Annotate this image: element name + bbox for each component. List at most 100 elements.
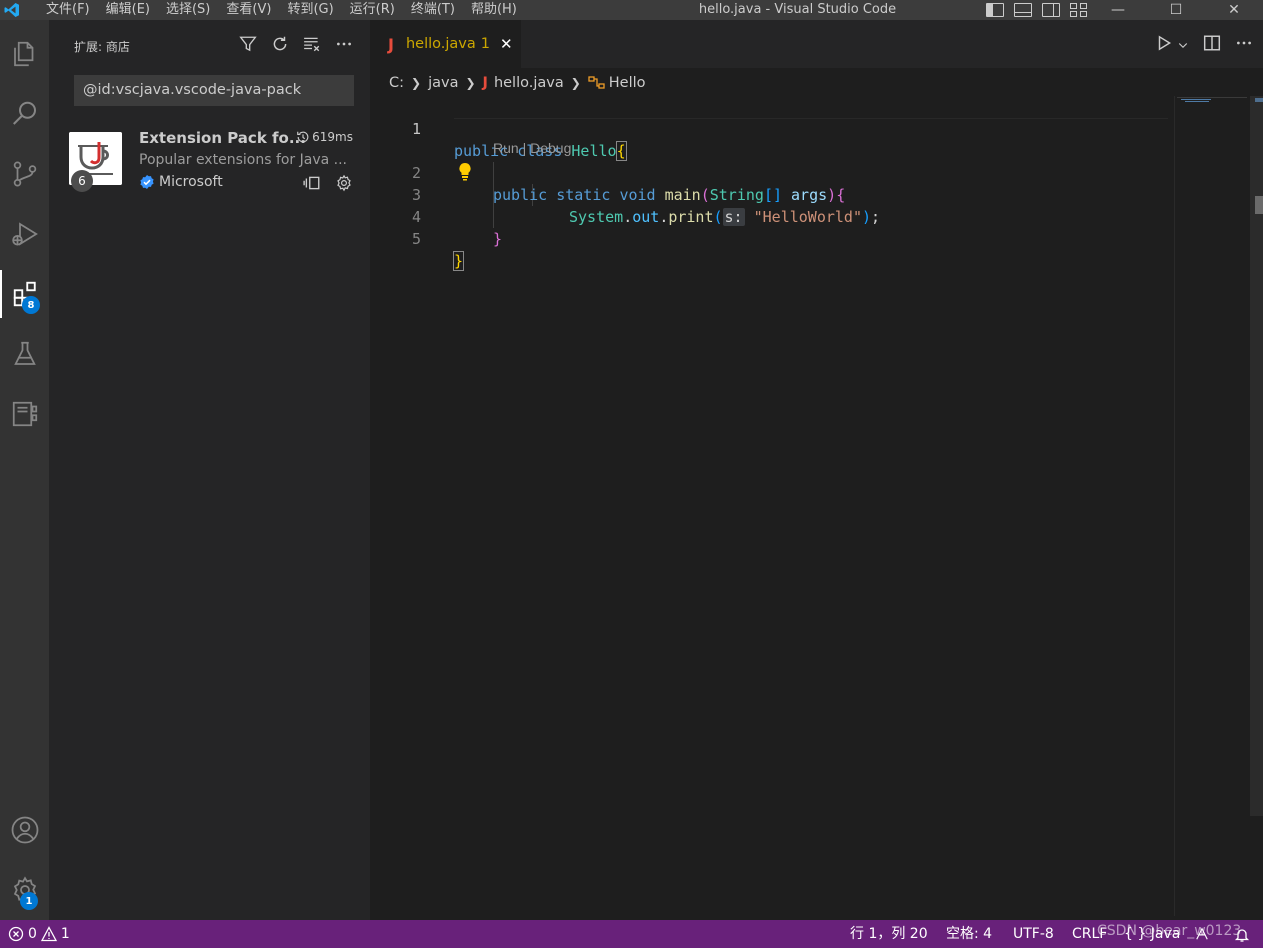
minimap[interactable] xyxy=(1177,97,1247,105)
code-line-4: 4 } xyxy=(370,184,1170,248)
breadcrumb-folder[interactable]: java xyxy=(428,75,458,91)
extensions-sidebar: 扩展: 商店 @id:vscjava.vscode-java-pack 6 Ex… xyxy=(49,20,370,920)
breadcrumb-file[interactable]: hello.java xyxy=(494,75,564,91)
status-bar: 0 1 行 1，列 20 空格: 4 UTF-8 CRLF { } Java xyxy=(0,920,1263,948)
breadcrumb: C: ❯ java ❯ J hello.java ❯ Hello xyxy=(389,72,646,94)
window-title: hello.java - Visual Studio Code xyxy=(698,2,897,17)
testing-icon[interactable] xyxy=(0,330,49,378)
breadcrumb-chevron-icon: ❯ xyxy=(465,76,476,90)
extension-activation-time: 619ms xyxy=(296,130,353,144)
toggle-primary-sidebar-icon[interactable] xyxy=(986,3,1004,17)
minimap-divider xyxy=(1174,96,1175,916)
minimize-button[interactable]: — xyxy=(1089,0,1147,20)
code-line-3: 3 System.out.print(s: "HelloWorld"); xyxy=(370,162,1170,226)
refresh-icon[interactable] xyxy=(270,34,290,54)
editor-tab-bar: J hello.java 1 ✕ xyxy=(370,20,1263,68)
remote-sync-icon[interactable] xyxy=(303,174,321,196)
extension-settings-gear-icon[interactable] xyxy=(335,174,353,196)
code-line-1: 1 public class Hello{ xyxy=(370,96,1170,161)
menu-file[interactable]: 文件(F) xyxy=(38,0,98,20)
settings-badge: 1 xyxy=(20,892,38,910)
brace: } xyxy=(452,251,465,271)
publisher-name: Microsoft xyxy=(159,174,223,190)
sidebar-actions xyxy=(238,34,354,54)
java-file-icon: J xyxy=(388,34,394,54)
window-controls: — ☐ ✕ xyxy=(1089,0,1263,20)
extension-description: Popular extensions for Java ... xyxy=(139,152,348,168)
breadcrumb-chevron-icon: ❯ xyxy=(411,76,422,90)
extensions-badge: 8 xyxy=(22,296,40,314)
toggle-panel-icon[interactable] xyxy=(1014,3,1032,17)
title-bar: 文件(F) 编辑(E) 选择(S) 查看(V) 转到(G) 运行(R) 终端(T… xyxy=(0,0,1263,20)
tab-problem-count: 1 xyxy=(480,36,490,52)
extension-publisher: Microsoft xyxy=(139,174,223,190)
toggle-secondary-sidebar-icon[interactable] xyxy=(1042,3,1060,17)
customize-layout-icon[interactable] xyxy=(1070,3,1088,17)
extension-list-item[interactable]: 6 Extension Pack fo... 619ms Popular ext… xyxy=(49,120,370,200)
accounts-icon[interactable] xyxy=(0,806,49,854)
history-icon xyxy=(297,131,309,143)
java-file-icon: J xyxy=(482,75,488,91)
current-line-highlight xyxy=(454,118,1168,119)
menu-bar: 文件(F) 编辑(E) 选择(S) 查看(V) 转到(G) 运行(R) 终端(T… xyxy=(38,0,525,20)
editor-actions xyxy=(1155,34,1253,56)
close-window-button[interactable]: ✕ xyxy=(1205,0,1263,20)
encoding[interactable]: UTF-8 xyxy=(1013,920,1054,948)
editor-scrollbar[interactable] xyxy=(1250,96,1263,816)
manage-gear-icon[interactable]: 1 xyxy=(0,866,49,914)
run-java-icon[interactable] xyxy=(1155,34,1173,56)
extension-name: Extension Pack fo... xyxy=(139,129,306,147)
error-icon xyxy=(8,926,24,942)
menu-run[interactable]: 运行(R) xyxy=(342,0,403,20)
scrollbar-marker xyxy=(1255,196,1263,214)
line-number: 1 xyxy=(411,120,421,138)
maximize-button[interactable]: ☐ xyxy=(1147,0,1205,20)
run-debug-icon[interactable] xyxy=(0,210,49,258)
scrollbar-marker xyxy=(1255,98,1263,102)
code-line-2: 2 public static void main(String[] args)… xyxy=(370,140,1170,204)
code-editor[interactable]: 1 public class Hello{ Run | Debug 2 publ… xyxy=(370,96,1170,916)
more-actions-icon[interactable] xyxy=(334,34,354,54)
source-control-icon[interactable] xyxy=(0,150,49,198)
extensions-search-input[interactable]: @id:vscjava.vscode-java-pack xyxy=(74,75,354,106)
brace: } xyxy=(493,230,503,248)
cursor-position[interactable]: 行 1，列 20 xyxy=(850,920,928,948)
activity-bar: 8 1 xyxy=(0,20,49,920)
extensions-icon[interactable]: 8 xyxy=(0,270,49,318)
clear-results-icon[interactable] xyxy=(302,34,322,54)
breadcrumb-chevron-icon: ❯ xyxy=(570,76,581,90)
vscode-window: 文件(F) 编辑(E) 选择(S) 查看(V) 转到(G) 运行(R) 终端(T… xyxy=(0,0,1263,948)
breadcrumb-symbol[interactable]: Hello xyxy=(609,75,646,91)
problems-status[interactable]: 0 1 xyxy=(8,920,70,948)
close-tab-button[interactable]: ✕ xyxy=(500,35,513,53)
run-dropdown-chevron-icon[interactable] xyxy=(1177,36,1189,55)
menu-edit[interactable]: 编辑(E) xyxy=(98,0,158,20)
menu-selection[interactable]: 选择(S) xyxy=(158,0,218,20)
extension-actions xyxy=(303,174,353,196)
csdn-watermark: CSDN @bear_w0123 xyxy=(1097,923,1242,939)
filter-icon[interactable] xyxy=(238,34,258,54)
class-symbol-icon xyxy=(588,76,605,89)
remote-explorer-icon[interactable] xyxy=(0,390,49,438)
editor-area: J hello.java 1 ✕ C: ❯ java ❯ J hello.jav… xyxy=(370,20,1263,920)
split-editor-icon[interactable] xyxy=(1203,34,1221,56)
code-line-5: 5 } xyxy=(370,206,1170,271)
layout-controls xyxy=(986,0,1088,20)
warning-icon xyxy=(40,926,57,942)
menu-help[interactable]: 帮助(H) xyxy=(463,0,525,20)
editor-more-actions-icon[interactable] xyxy=(1235,34,1253,56)
line-number: 5 xyxy=(411,230,421,248)
activation-time-value: 619ms xyxy=(312,130,353,144)
menu-go[interactable]: 转到(G) xyxy=(279,0,341,20)
breadcrumb-drive[interactable]: C: xyxy=(389,75,404,91)
indentation[interactable]: 空格: 4 xyxy=(946,920,992,948)
menu-terminal[interactable]: 终端(T) xyxy=(403,0,463,20)
tab-hello-java[interactable]: J hello.java 1 ✕ xyxy=(370,20,521,68)
explorer-icon[interactable] xyxy=(0,30,49,78)
search-icon[interactable] xyxy=(0,90,49,138)
menu-view[interactable]: 查看(V) xyxy=(218,0,279,20)
sidebar-title: 扩展: 商店 xyxy=(74,40,130,54)
vscode-logo-icon xyxy=(0,0,24,20)
warning-count: 1 xyxy=(60,926,70,942)
tab-label: hello.java xyxy=(405,36,476,52)
